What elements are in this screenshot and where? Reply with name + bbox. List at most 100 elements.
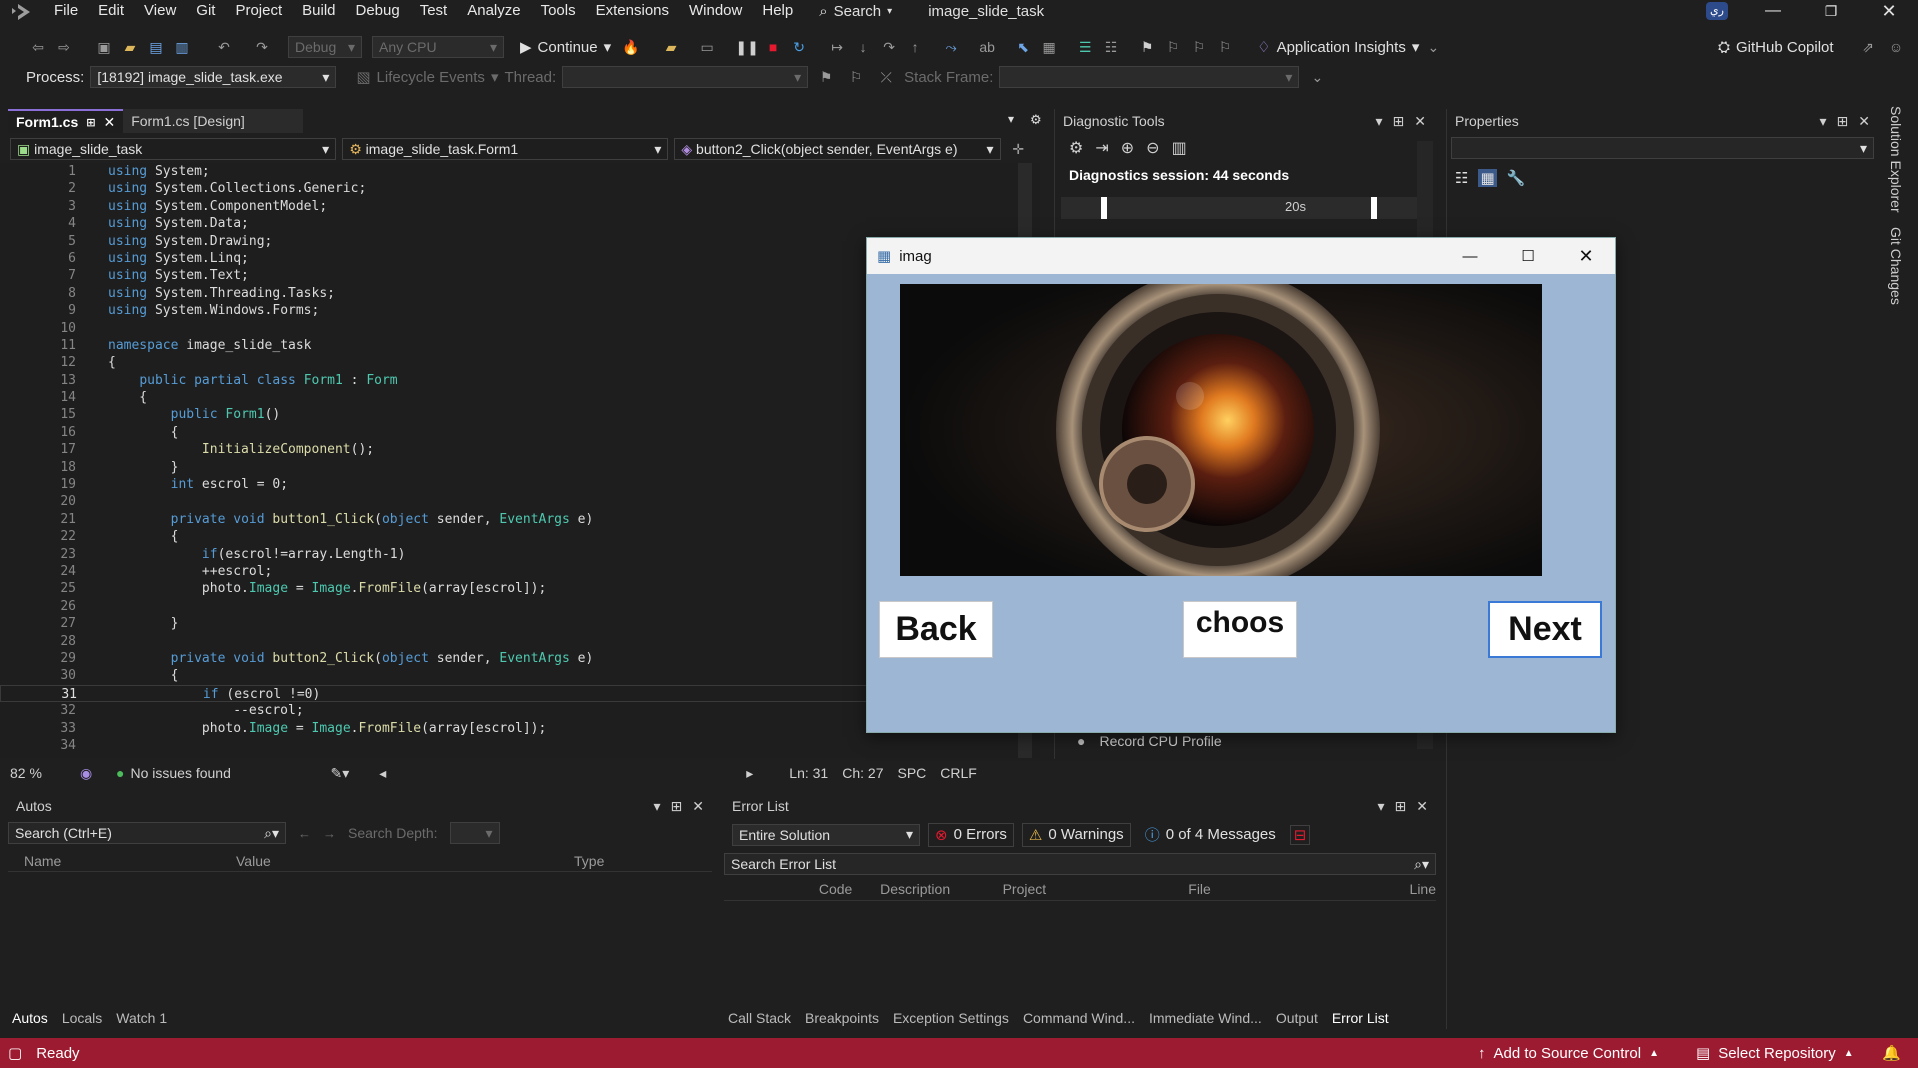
menu-item-git[interactable]: Git	[186, 0, 225, 22]
outdent-icon[interactable]: ☷	[1099, 35, 1123, 59]
save-all-icon[interactable]: ▥	[170, 35, 194, 59]
code-line[interactable]: 2 using System.Collections.Generic;	[0, 180, 1040, 197]
code-line[interactable]: 34	[0, 737, 1040, 754]
pin-icon[interactable]: ⊞	[1837, 113, 1849, 130]
member-dropdown[interactable]: ◈ button2_Click(object sender, EventArgs…	[674, 138, 1001, 160]
timeline-handle-end[interactable]	[1371, 197, 1377, 219]
pin-icon[interactable]: ⊞	[1395, 798, 1407, 815]
code-cleanup-icon[interactable]: ✎▾	[330, 765, 349, 782]
property-pages-icon[interactable]: 🔧	[1507, 169, 1526, 187]
alphabetical-icon[interactable]: ▦	[1478, 169, 1497, 187]
code-line[interactable]: 4 using System.Data;	[0, 215, 1040, 232]
close-icon[interactable]: ✕	[1414, 113, 1426, 130]
dropdown-icon[interactable]: ▾	[1378, 798, 1385, 815]
menu-item-test[interactable]: Test	[410, 0, 458, 22]
tab-form1-cs[interactable]: Form1.cs ⊞ ✕	[8, 109, 124, 133]
dropdown-icon[interactable]: ▾	[1376, 113, 1383, 130]
hot-reload-icon[interactable]: 🔥	[619, 35, 643, 59]
column-project[interactable]: Project	[1003, 881, 1189, 897]
copilot-status-icon[interactable]: ◉	[80, 765, 116, 782]
maximize-icon[interactable]: ☐	[1499, 247, 1557, 265]
autos-search-input[interactable]: Search (Ctrl+E) ⌕▾	[8, 822, 286, 844]
warnings-filter-button[interactable]: ⚠ 0 Warnings	[1021, 822, 1131, 847]
undo-icon[interactable]: ↶	[212, 35, 236, 59]
step-into-icon[interactable]: ↓	[851, 35, 875, 59]
tab-watch-1[interactable]: Watch 1	[116, 1010, 167, 1026]
back-button[interactable]: Back	[879, 601, 993, 658]
messages-filter-button[interactable]: ⓘ 0 of 4 Messages	[1139, 822, 1282, 847]
choose-button[interactable]: choos	[1183, 601, 1297, 658]
pin-icon[interactable]: ⊞	[1393, 113, 1405, 130]
line-indicator[interactable]: Ln: 31	[789, 765, 828, 781]
indent-icon[interactable]: ☰	[1073, 35, 1097, 59]
dropdown-icon[interactable]: ▾	[654, 798, 661, 815]
tab-autos[interactable]: Autos	[12, 1010, 48, 1026]
project-dropdown[interactable]: ▣ image_slide_task ▾	[10, 138, 337, 160]
column-value[interactable]: Value	[232, 853, 570, 869]
tab-exception-settings[interactable]: Exception Settings	[893, 1010, 1009, 1026]
share-icon[interactable]: ⇗	[1856, 35, 1880, 59]
open-icon[interactable]: ▰	[118, 35, 142, 59]
tab-error-list[interactable]: Error List	[1332, 1010, 1389, 1026]
column-line[interactable]: Line	[1410, 881, 1436, 897]
error-list-search-input[interactable]: Search Error List ⌕▾	[724, 853, 1436, 875]
side-tab-solution-explorer[interactable]: Solution Explorer	[1888, 106, 1904, 213]
step-out-icon[interactable]: ↑	[903, 35, 927, 59]
back-arrow-icon[interactable]: ←	[298, 826, 311, 841]
scroll-left-icon[interactable]: ◂	[379, 765, 386, 782]
tab-call-stack[interactable]: Call Stack	[728, 1010, 791, 1026]
search-box[interactable]: ⌕ Search ▾	[819, 3, 892, 20]
avatar[interactable]: ري	[1706, 2, 1728, 20]
whitespace-indicator[interactable]: SPC	[897, 765, 926, 781]
browse-folder-icon[interactable]: ▰	[659, 35, 683, 59]
pause-icon[interactable]: ❚❚	[735, 35, 759, 59]
stack-frame-dropdown[interactable]: ▾	[999, 66, 1300, 88]
forward-arrow-icon[interactable]: →	[323, 826, 336, 841]
lifecycle-events-button[interactable]: ▧ Lifecycle Events ▾	[356, 68, 498, 87]
close-icon[interactable]: ✕	[1557, 246, 1615, 267]
menu-item-edit[interactable]: Edit	[88, 0, 134, 22]
settings-gear-icon[interactable]: ⚙	[1030, 112, 1042, 128]
column-description[interactable]: Description	[880, 881, 1002, 897]
flag-thread-icon[interactable]: ⚑	[814, 65, 838, 89]
code-line[interactable]: 3 using System.ComponentModel;	[0, 198, 1040, 215]
menu-item-file[interactable]: File	[44, 0, 88, 22]
close-icon[interactable]: ✕	[692, 798, 704, 815]
class-dropdown[interactable]: ⚙ image_slide_task.Form1 ▾	[342, 138, 669, 160]
select-repository-button[interactable]: ▤ Select Repository ▲	[1696, 1044, 1854, 1063]
code-line[interactable]: 1 using System;	[0, 163, 1040, 180]
prev-bookmark-icon[interactable]: ⚐	[1161, 35, 1185, 59]
side-tab-git-changes[interactable]: Git Changes	[1888, 227, 1904, 305]
menu-item-window[interactable]: Window	[679, 0, 752, 22]
menu-item-help[interactable]: Help	[752, 0, 803, 22]
thread-dropdown[interactable]: ▾	[562, 66, 809, 88]
zoom-out-icon[interactable]: ⊖	[1146, 138, 1159, 158]
tab-command-wind[interactable]: Command Wind...	[1023, 1010, 1135, 1026]
dropdown-icon[interactable]: ▾	[1820, 113, 1827, 130]
next-bookmark-icon[interactable]: ⚐	[1187, 35, 1211, 59]
bookmark-icon[interactable]: ⚑	[1135, 35, 1159, 59]
tab-form1-design[interactable]: Form1.cs [Design]	[123, 109, 304, 133]
process-dropdown[interactable]: [18192] image_slide_task.exe ▾	[90, 66, 337, 88]
export-icon[interactable]: ⇥	[1095, 138, 1108, 158]
tab-locals[interactable]: Locals	[62, 1010, 102, 1026]
back-icon[interactable]: ⇦	[26, 35, 50, 59]
settings-icon[interactable]: ⚙	[1069, 138, 1083, 158]
stop-icon[interactable]: ■	[761, 35, 785, 59]
menu-item-extensions[interactable]: Extensions	[586, 0, 679, 22]
build-filter-icon[interactable]: ⊟	[1289, 824, 1311, 845]
line-ending-indicator[interactable]: CRLF	[940, 765, 977, 781]
column-type[interactable]: Type	[570, 853, 604, 869]
show-threads-icon[interactable]: ⚐	[844, 65, 868, 89]
record-cpu-profile[interactable]: ● Record CPU Profile	[1077, 733, 1222, 749]
column-name[interactable]: Name	[8, 853, 232, 869]
search-depth-dropdown[interactable]: ▾	[449, 822, 500, 844]
errors-filter-button[interactable]: ⊗ 0 Errors	[928, 822, 1014, 847]
diagnostics-icon[interactable]: ⤳	[939, 35, 963, 59]
pin-icon[interactable]: ⊞	[86, 116, 95, 129]
chart-icon[interactable]: ▥	[1172, 138, 1187, 158]
scope-dropdown[interactable]: Entire Solution ▾	[732, 823, 920, 846]
restart-icon[interactable]: ↻	[787, 35, 811, 59]
restore-icon[interactable]: ❐	[1802, 3, 1860, 20]
scroll-right-icon[interactable]: ▸	[746, 765, 753, 782]
